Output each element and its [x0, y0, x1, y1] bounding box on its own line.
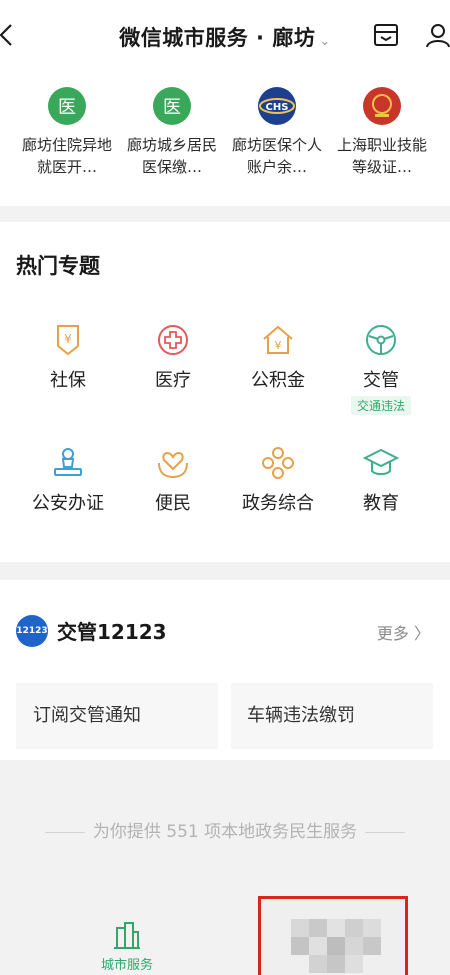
topic-convenience[interactable]: 便民	[128, 445, 218, 515]
mosaic-pixel	[363, 937, 381, 955]
quick-service-label: 廊坊医保个人账户余…	[231, 136, 322, 176]
mosaic-pixel	[363, 919, 381, 937]
shanghai-emblem-icon	[363, 87, 401, 125]
mosaic-pixel	[327, 937, 345, 955]
medical-icon	[158, 325, 188, 355]
topic-traffic[interactable]: 交管 交通违法	[336, 322, 426, 415]
topic-label: 社保	[50, 370, 86, 391]
svg-text:医: 医	[58, 97, 76, 118]
topic-government[interactable]: 政务综合	[233, 445, 323, 515]
recent-services-card: 医 廊坊住院异地就医开… 医 廊坊城乡居民医保缴… CHS 廊坊医保个人账户余……	[0, 66, 450, 206]
topic-social-security[interactable]: ¥ 社保	[23, 322, 113, 392]
housing-fund-icon: ¥	[263, 325, 293, 354]
medical-cross-green-icon: 医	[48, 87, 86, 125]
hot-topics-title: 热门专题	[16, 254, 100, 278]
mosaic-pixel	[327, 919, 345, 937]
svg-text:¥: ¥	[64, 332, 72, 346]
quick-service-item[interactable]: 医 廊坊住院异地就医开…	[15, 86, 119, 178]
education-icon	[363, 448, 399, 475]
mosaic-pixel	[309, 937, 327, 955]
quick-service-item[interactable]: 医 廊坊城乡居民医保缴…	[120, 86, 224, 178]
tab-city-service[interactable]: 城市服务	[67, 920, 187, 973]
traffic-12123-title: 交管12123	[57, 620, 167, 644]
service-count-text: 为你提供 551 项本地政务民生服务	[92, 822, 358, 842]
divider	[44, 831, 85, 833]
svg-text:医: 医	[163, 97, 181, 118]
mosaic-pixel	[327, 955, 345, 973]
mosaic-pixel	[345, 955, 363, 973]
mosaic-pixel	[291, 919, 309, 937]
quick-service-label: 廊坊住院异地就医开…	[21, 136, 112, 176]
mosaic-pixel	[309, 919, 327, 937]
convenience-icon	[158, 452, 188, 479]
government-icon	[262, 447, 294, 479]
topic-label: 公安办证	[32, 493, 104, 514]
topic-medical[interactable]: 医疗	[128, 322, 218, 392]
mosaic-pixel	[345, 937, 363, 955]
topic-police[interactable]: 公安办证	[23, 445, 113, 515]
subscribe-traffic-notice-button[interactable]: 订阅交管通知	[16, 683, 218, 749]
topic-label: 便民	[155, 493, 191, 514]
inbox-icon[interactable]	[373, 22, 399, 48]
topic-label: 政务综合	[242, 493, 314, 514]
quick-service-label: 上海职业技能等级证…	[336, 136, 427, 176]
traffic-12123-logo: 12123	[16, 615, 48, 647]
chs-logo-icon: CHS	[258, 87, 296, 125]
traffic-violation-tag[interactable]: 交通违法	[350, 396, 411, 415]
quick-service-item[interactable]: CHS 廊坊医保个人账户余…	[225, 86, 329, 178]
topic-label: 教育	[363, 493, 399, 514]
hot-topics-card: 热门专题 ¥ 社保 医疗 ¥ 公积金 交管 交通违法 公安办证 便民 政务综合 …	[0, 222, 450, 562]
more-link[interactable]: 更多 〉	[377, 620, 430, 644]
medical-cross-green-icon: 医	[153, 87, 191, 125]
police-icon	[54, 448, 82, 476]
chevron-down-icon: ⌄	[319, 34, 331, 49]
topic-label: 交管	[363, 370, 399, 391]
topic-label: 公积金	[251, 370, 305, 391]
topic-label: 医疗	[155, 370, 191, 391]
mosaic-pixel	[309, 955, 327, 973]
service-count-summary: 为你提供 551 项本地政务民生服务	[0, 817, 450, 842]
quick-service-label: 廊坊城乡居民医保缴…	[126, 136, 217, 176]
quick-service-item[interactable]: 上海职业技能等级证…	[330, 86, 434, 178]
traffic-icon	[366, 325, 396, 355]
city-title-text: 微信城市服务 · 廊坊	[119, 26, 316, 50]
tab-label: 城市服务	[100, 958, 153, 973]
top-bar: 微信城市服务 · 廊坊 ⌄	[0, 0, 450, 66]
vehicle-violation-payment-button[interactable]: 车辆违法缴罚	[231, 683, 433, 749]
svg-text:¥: ¥	[275, 339, 282, 352]
highlighted-tab-obscured[interactable]	[258, 896, 408, 975]
mosaic-pixel	[345, 919, 363, 937]
divider	[365, 831, 406, 833]
topic-education[interactable]: 教育	[336, 445, 426, 515]
mosaic-pixel	[291, 937, 309, 955]
social-security-icon: ¥	[57, 325, 79, 356]
topic-housing-fund[interactable]: ¥ 公积金	[233, 322, 323, 392]
user-profile-icon[interactable]	[425, 22, 450, 48]
traffic-12123-card: 12123 交管12123 更多 〉 订阅交管通知 车辆违法缴罚	[0, 580, 450, 760]
city-buildings-icon	[114, 922, 140, 949]
svg-text:CHS: CHS	[266, 102, 289, 113]
